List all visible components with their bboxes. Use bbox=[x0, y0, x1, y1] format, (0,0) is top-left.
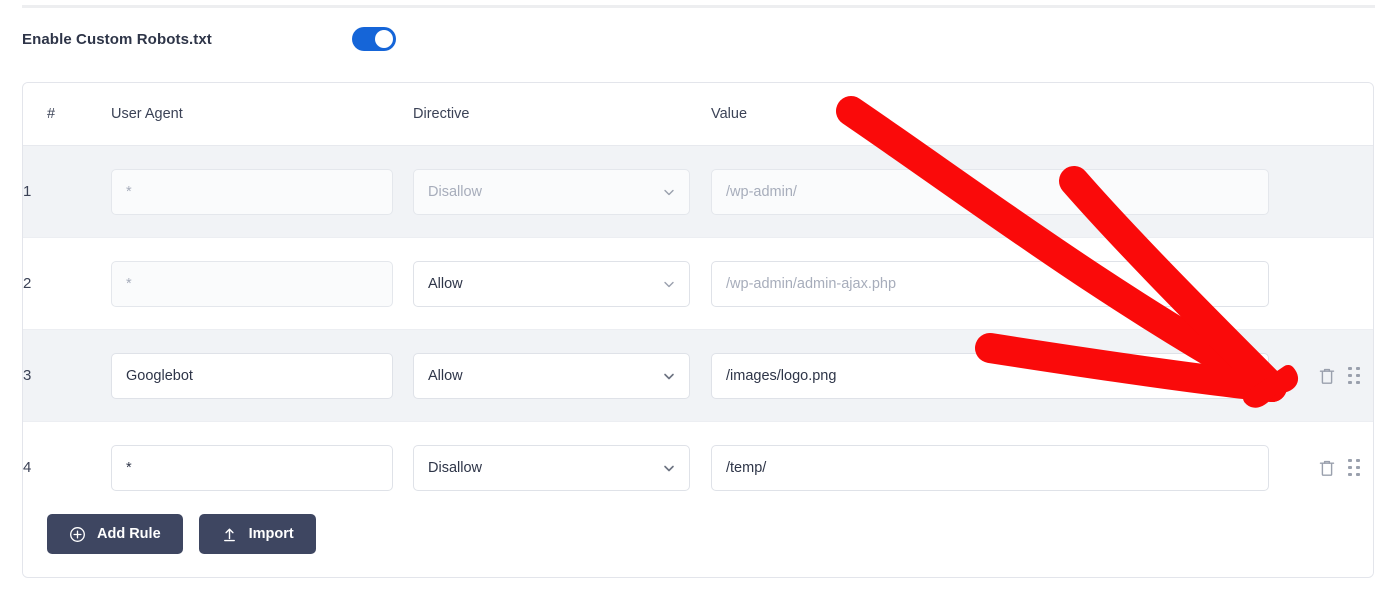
directive-cell: Disallow bbox=[413, 146, 711, 238]
row-number: 3 bbox=[23, 330, 93, 422]
value-input[interactable]: /temp/ bbox=[711, 445, 1269, 491]
column-header-number: # bbox=[23, 83, 93, 146]
add-rule-label: Add Rule bbox=[97, 526, 161, 542]
table-body: 1 * Disallow /wp-admin/ 2 bbox=[23, 146, 1374, 514]
top-divider bbox=[22, 5, 1375, 8]
user-agent-cell: Googlebot bbox=[93, 330, 413, 422]
enable-custom-robots-toggle[interactable] bbox=[352, 27, 396, 51]
drag-handle-icon[interactable] bbox=[1347, 458, 1361, 478]
directive-select-value: Disallow bbox=[428, 460, 482, 476]
chevron-down-icon bbox=[663, 278, 675, 290]
chevron-down-icon bbox=[663, 462, 675, 474]
robots-rules-table: # User Agent Directive Value 1 * Disallo… bbox=[23, 83, 1374, 514]
trash-icon[interactable] bbox=[1317, 366, 1337, 386]
plus-circle-icon bbox=[69, 526, 86, 543]
value-input[interactable]: /wp-admin/ bbox=[711, 169, 1269, 215]
user-agent-cell: * bbox=[93, 238, 413, 330]
directive-select[interactable]: Disallow bbox=[413, 169, 690, 215]
drag-handle-icon[interactable] bbox=[1347, 366, 1361, 386]
user-agent-input[interactable]: * bbox=[111, 261, 393, 307]
table-header-row: # User Agent Directive Value bbox=[23, 83, 1374, 146]
import-label: Import bbox=[249, 526, 294, 542]
value-input[interactable]: /images/logo.png bbox=[711, 353, 1269, 399]
row-actions-cell bbox=[1311, 146, 1374, 238]
toggle-knob bbox=[375, 30, 393, 48]
directive-select[interactable]: Allow bbox=[413, 261, 690, 307]
column-header-directive: Directive bbox=[413, 83, 711, 146]
import-button[interactable]: Import bbox=[199, 514, 316, 554]
directive-cell: Allow bbox=[413, 330, 711, 422]
value-cell: /wp-admin/ bbox=[711, 146, 1311, 238]
add-rule-button[interactable]: Add Rule bbox=[47, 514, 183, 554]
column-header-value: Value bbox=[711, 83, 1311, 146]
value-cell: /images/logo.png bbox=[711, 330, 1311, 422]
directive-select[interactable]: Disallow bbox=[413, 445, 690, 491]
user-agent-input[interactable]: Googlebot bbox=[111, 353, 393, 399]
row-number: 2 bbox=[23, 238, 93, 330]
directive-cell: Allow bbox=[413, 238, 711, 330]
directive-select-value: Disallow bbox=[428, 184, 482, 200]
robots-rules-card: # User Agent Directive Value 1 * Disallo… bbox=[22, 82, 1374, 578]
directive-select-value: Allow bbox=[428, 368, 463, 384]
table-row: 2 * Allow /wp-admin/admin-ajax.php bbox=[23, 238, 1374, 330]
column-header-user-agent: User Agent bbox=[93, 83, 413, 146]
enable-custom-robots-row: Enable Custom Robots.txt bbox=[22, 27, 1375, 57]
column-header-actions bbox=[1311, 83, 1374, 146]
directive-select[interactable]: Allow bbox=[413, 353, 690, 399]
row-actions-cell bbox=[1311, 238, 1374, 330]
user-agent-input[interactable]: * bbox=[111, 445, 393, 491]
chevron-down-icon bbox=[663, 186, 675, 198]
upload-icon bbox=[221, 526, 238, 543]
directive-select-value: Allow bbox=[428, 276, 463, 292]
chevron-down-icon bbox=[663, 370, 675, 382]
enable-custom-robots-label: Enable Custom Robots.txt bbox=[22, 31, 212, 48]
user-agent-input[interactable]: * bbox=[111, 169, 393, 215]
row-number: 1 bbox=[23, 146, 93, 238]
row-actions-cell bbox=[1311, 330, 1374, 422]
trash-icon[interactable] bbox=[1317, 458, 1337, 478]
value-input[interactable]: /wp-admin/admin-ajax.php bbox=[711, 261, 1269, 307]
user-agent-cell: * bbox=[93, 146, 413, 238]
value-cell: /wp-admin/admin-ajax.php bbox=[711, 238, 1311, 330]
table-row: 1 * Disallow /wp-admin/ bbox=[23, 146, 1374, 238]
card-footer: Add Rule Import bbox=[23, 491, 1373, 577]
table-row: 3 Googlebot Allow /images/logo.png bbox=[23, 330, 1374, 422]
